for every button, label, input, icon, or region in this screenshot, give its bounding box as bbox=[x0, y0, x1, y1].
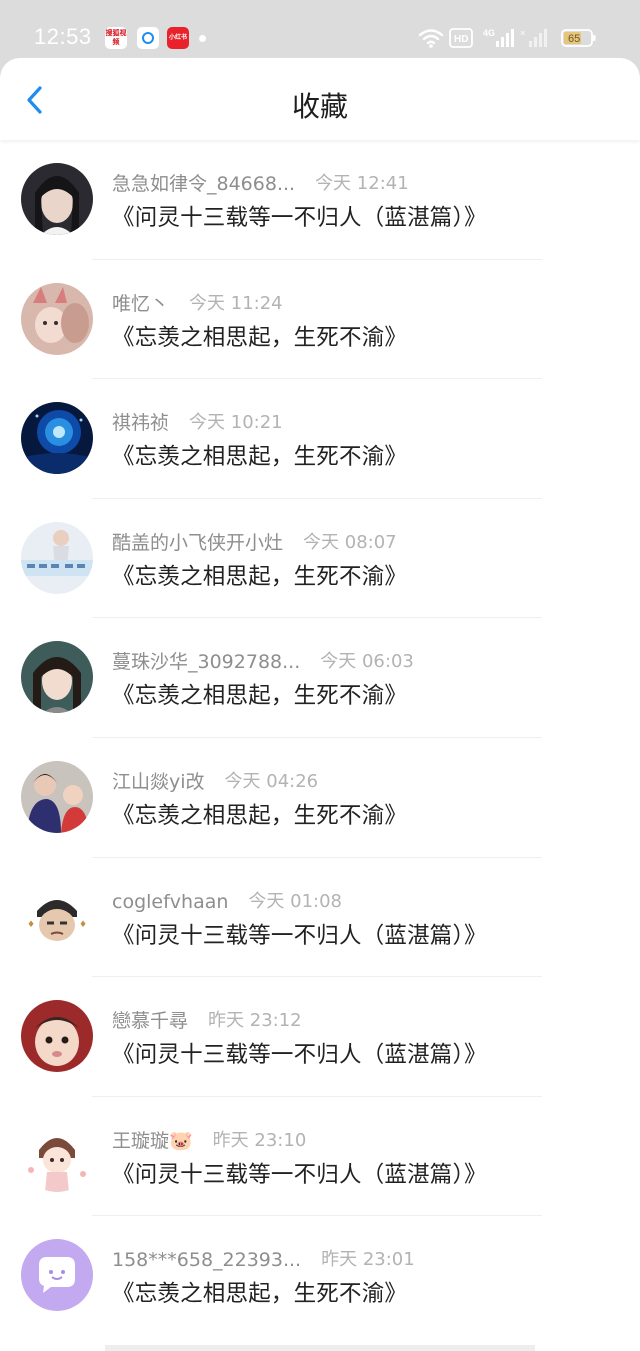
xiaohongshu-icon: 小红书 bbox=[167, 27, 189, 49]
sohu-video-icon: 搜狐视频 bbox=[105, 27, 127, 49]
timestamp: 昨天 23:12 bbox=[208, 1010, 302, 1032]
svg-text:♦: ♦ bbox=[79, 920, 87, 930]
username[interactable]: 江山燚yi改 bbox=[112, 768, 205, 796]
list-item[interactable]: 蔓珠沙华_3092788... 今天 06:03 《忘羡之相思起，生死不渝》 bbox=[0, 618, 640, 738]
list-item[interactable]: 急急如律令_84668... 今天 12:41 《问灵十三载等一不归人（蓝湛篇）》 bbox=[0, 140, 640, 260]
username[interactable]: 戀慕千尋 bbox=[112, 1007, 188, 1035]
svg-text:×: × bbox=[520, 28, 525, 38]
avatar[interactable] bbox=[21, 402, 93, 475]
book-title[interactable]: 《忘羡之相思起，生死不渝》 bbox=[112, 322, 407, 354]
hd-icon: HD bbox=[449, 28, 473, 48]
book-title[interactable]: 《问灵十三载等一不归人（蓝湛篇）》 bbox=[112, 1039, 487, 1071]
book-title[interactable]: 《问灵十三载等一不归人（蓝湛篇）》 bbox=[112, 202, 487, 234]
book-title[interactable]: 《问灵十三载等一不归人（蓝湛篇）》 bbox=[112, 1159, 487, 1191]
svg-text:65: 65 bbox=[568, 33, 580, 45]
username[interactable]: 唯忆丶 bbox=[112, 290, 169, 318]
header: 收藏 bbox=[0, 58, 640, 140]
blue-app-icon bbox=[137, 27, 159, 49]
list-item[interactable]: 王璇璇🐷 昨天 23:10 《问灵十三载等一不归人（蓝湛篇）》 bbox=[0, 1097, 640, 1217]
timestamp: 昨天 23:01 bbox=[321, 1249, 415, 1271]
chat-bubble-icon bbox=[21, 1239, 93, 1312]
avatar[interactable] bbox=[21, 1239, 93, 1312]
avatar[interactable] bbox=[21, 1000, 93, 1073]
avatar[interactable] bbox=[21, 1119, 93, 1192]
username[interactable]: 酷盖的小飞侠开小灶 bbox=[112, 529, 283, 557]
avatar[interactable] bbox=[21, 163, 93, 235]
avatar[interactable] bbox=[21, 282, 93, 355]
book-title[interactable]: 《忘羡之相思起，生死不渝》 bbox=[112, 680, 407, 712]
list-item[interactable]: 祺祎祯 今天 10:21 《忘羡之相思起，生死不渝》 bbox=[0, 379, 640, 499]
username[interactable]: 158***658_22393... bbox=[112, 1246, 301, 1274]
book-title[interactable]: 《忘羡之相思起，生死不渝》 bbox=[112, 800, 407, 832]
username[interactable]: coglefvhaan bbox=[112, 888, 228, 916]
timestamp: 今天 06:03 bbox=[320, 651, 414, 673]
notification-dot-icon bbox=[199, 35, 206, 42]
list-item[interactable]: 江山燚yi改 今天 04:26 《忘羡之相思起，生死不渝》 bbox=[0, 738, 640, 858]
timestamp: 今天 08:07 bbox=[303, 531, 397, 553]
book-title[interactable]: 《忘羡之相思起，生死不渝》 bbox=[112, 441, 407, 473]
svg-text:♦: ♦ bbox=[27, 920, 35, 930]
avatar[interactable]: ♦ ♦ bbox=[21, 880, 93, 953]
status-time: 12:53 bbox=[34, 24, 92, 49]
timestamp: 今天 10:21 bbox=[189, 412, 283, 434]
list-item[interactable]: 酷盖的小飞侠开小灶 今天 08:07 《忘羡之相思起，生死不渝》 bbox=[0, 499, 640, 619]
bottom-edge bbox=[105, 1345, 535, 1351]
svg-text:HD: HD bbox=[454, 34, 468, 45]
book-title[interactable]: 《问灵十三载等一不归人（蓝湛篇）》 bbox=[112, 920, 487, 952]
timestamp: 今天 12:41 bbox=[315, 173, 409, 194]
avatar[interactable] bbox=[21, 521, 93, 594]
username[interactable]: 急急如律令_84668... bbox=[112, 170, 295, 198]
signal-4g-icon: 4G bbox=[483, 28, 514, 47]
signal-empty-icon: × bbox=[520, 28, 547, 47]
username[interactable]: 王璇璇🐷 bbox=[112, 1127, 193, 1155]
timestamp: 今天 01:08 bbox=[248, 890, 343, 912]
book-title[interactable]: 《忘羡之相思起，生死不渝》 bbox=[112, 1278, 407, 1310]
system-status-icons: HD 4G × 65 bbox=[418, 26, 608, 50]
list-item[interactable]: ♦ ♦ coglefvhaan 今天 01:08 《问灵十三载等一不归人（蓝湛篇）… bbox=[0, 858, 640, 978]
username[interactable]: 祺祎祯 bbox=[112, 409, 169, 437]
list-item[interactable]: 唯忆丶 今天 11:24 《忘羡之相思起，生死不渝》 bbox=[0, 260, 640, 380]
page-title: 收藏 bbox=[291, 90, 348, 123]
avatar[interactable] bbox=[21, 760, 93, 833]
list-item[interactable]: 158***658_22393... 昨天 23:01 《忘羡之相思起，生死不渝》 bbox=[0, 1216, 640, 1336]
timestamp: 今天 11:24 bbox=[189, 292, 283, 314]
battery-icon: 65 bbox=[561, 29, 596, 47]
wifi-icon bbox=[418, 29, 444, 45]
list-item[interactable]: 戀慕千尋 昨天 23:12 《问灵十三载等一不归人（蓝湛篇）》 bbox=[0, 977, 640, 1097]
timestamp: 昨天 23:10 bbox=[212, 1129, 307, 1151]
timestamp: 今天 04:26 bbox=[224, 770, 319, 792]
username[interactable]: 蔓珠沙华_3092788... bbox=[112, 648, 300, 676]
svg-text:4G: 4G bbox=[483, 28, 495, 38]
book-title[interactable]: 《忘羡之相思起，生死不渝》 bbox=[112, 561, 407, 593]
favorites-list: 急急如律令_84668... 今天 12:41 《问灵十三载等一不归人（蓝湛篇）》… bbox=[0, 140, 640, 1336]
avatar[interactable] bbox=[21, 641, 93, 714]
